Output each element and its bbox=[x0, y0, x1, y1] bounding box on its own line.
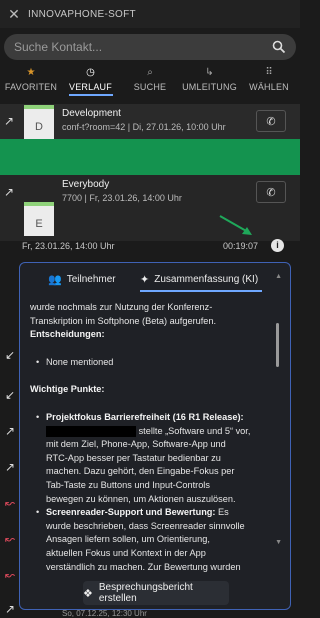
summary-panel: 👥 Teilnehmer ✦ Zusammenfassung (KI) wurd… bbox=[19, 262, 291, 610]
search-input[interactable] bbox=[14, 40, 272, 54]
tab-label: VERLAUF bbox=[69, 82, 112, 92]
contact-name: Development bbox=[62, 108, 121, 119]
outgoing-call-icon: ↗ bbox=[4, 185, 15, 199]
history-item[interactable]: ↗ D Development conf-t?room=42 | Di, 27.… bbox=[0, 104, 300, 139]
incoming-call-icon: ↙ bbox=[5, 388, 16, 402]
close-icon[interactable]: ✕ bbox=[0, 6, 28, 23]
phone-icon: ✆ bbox=[266, 186, 276, 199]
call-button[interactable]: ✆ bbox=[256, 181, 286, 203]
call-duration: 00:19:07 bbox=[222, 241, 258, 251]
tab-verlauf[interactable]: ◷ VERLAUF bbox=[62, 66, 120, 102]
missed-call-icon: ↜ bbox=[5, 532, 16, 546]
summary-line: RTC-App besser per Tastatur bedienbar zu bbox=[46, 452, 221, 463]
point-title: Projektfokus Barrierefreiheit (16 R1 Rel… bbox=[46, 411, 244, 422]
tab-label: Teilnehmer bbox=[66, 273, 116, 285]
tab-label: Zusammenfassung (KI) bbox=[154, 273, 259, 285]
outgoing-call-icon: ↗ bbox=[5, 602, 16, 616]
button-label: Besprechungsbericht erstellen bbox=[98, 582, 193, 604]
call-date: So, 07.12.25, 12:30 Uhr bbox=[62, 609, 147, 618]
highlight-bar bbox=[0, 139, 300, 175]
search-bar[interactable] bbox=[4, 34, 296, 60]
decisions-list: None mentioned bbox=[30, 356, 274, 370]
dialpad-icon: ⠿ bbox=[265, 67, 273, 78]
tab-suche[interactable]: ⌕ SUCHE bbox=[121, 66, 179, 102]
forward-icon: ↳ bbox=[205, 67, 214, 78]
summary-line: bewegen zu können, um Aktionen auszulöse… bbox=[46, 493, 236, 504]
call-button[interactable]: ✆ bbox=[256, 110, 286, 132]
summary-line: mit dem Ziel, Phone-App, Software-App un… bbox=[46, 439, 226, 450]
outgoing-call-icon: ↗ bbox=[5, 460, 16, 474]
avatar: E bbox=[24, 202, 54, 236]
summary-line: aktuellen Fokus und Kontext in der App bbox=[46, 547, 206, 558]
list-item: Projektfokus Barrierefreiheit (16 R1 Rel… bbox=[36, 411, 274, 506]
avatar-letter: E bbox=[35, 218, 43, 230]
incoming-call-icon: ↙ bbox=[5, 348, 16, 362]
pointer-arrow-icon bbox=[219, 215, 252, 235]
summary-line: Transkription im Softphone (Beta) aufger… bbox=[30, 315, 217, 326]
tab-label: FAVORITEN bbox=[4, 82, 58, 92]
tab-label: WÄHLEN bbox=[249, 82, 289, 92]
star-icon: ★ bbox=[26, 67, 36, 78]
call-detail: 7700 | Fr, 23.01.26, 14:00 Uhr bbox=[62, 193, 182, 203]
scrollbar-thumb[interactable] bbox=[276, 323, 279, 367]
call-date: Fr, 23.01.26, 14:00 Uhr bbox=[22, 241, 115, 251]
summary-line: wurde beschrieben, dass Screenreader sin… bbox=[46, 520, 245, 531]
participants-icon: 👥 bbox=[48, 273, 62, 286]
avatar: D bbox=[24, 105, 54, 139]
summary-line: Ansagen liefern sollen, um Orientierung, bbox=[46, 534, 210, 545]
outgoing-call-icon: ↗ bbox=[5, 424, 16, 438]
list-item: None mentioned bbox=[36, 356, 274, 370]
tab-participants[interactable]: 👥 Teilnehmer bbox=[48, 263, 116, 295]
scroll-up-icon[interactable]: ▲ bbox=[275, 273, 282, 280]
search-icon[interactable] bbox=[272, 40, 286, 54]
summary-line: machen. Dazu gehört, den Eingabe-Fokus p… bbox=[46, 466, 235, 477]
title-bar: ✕ INNOVAPHONE-SOFT bbox=[0, 0, 300, 28]
summary-line: wurde nochmals zur Nutzung der Konferenz… bbox=[30, 302, 213, 312]
search-icon: ⌕ bbox=[147, 67, 153, 78]
history-icon: ◷ bbox=[86, 67, 95, 78]
tab-label: UMLEITUNG bbox=[182, 82, 237, 92]
list-item: Screenreader-Support und Bewertung: Es w… bbox=[36, 506, 274, 574]
report-icon: ❖ bbox=[83, 587, 93, 600]
avatar-letter: D bbox=[35, 121, 43, 133]
sparkle-icon: ✦ bbox=[140, 273, 150, 286]
summary-line: Es bbox=[218, 507, 229, 518]
redacted-text bbox=[46, 425, 136, 437]
points-heading: Wichtige Punkte: bbox=[30, 384, 105, 395]
summary-line: verständlich zu machen. Zur Bewertung wu… bbox=[46, 561, 241, 572]
scroll-down-icon[interactable]: ▼ bbox=[275, 539, 282, 546]
tab-umleitung[interactable]: ↳ UMLEITUNG bbox=[181, 66, 239, 102]
outgoing-call-icon: ↗ bbox=[4, 114, 15, 128]
summary-content[interactable]: wurde nochmals zur Nutzung der Konferenz… bbox=[30, 301, 274, 577]
info-icon[interactable]: i bbox=[271, 239, 284, 252]
tab-label: SUCHE bbox=[133, 82, 167, 92]
tab-favoriten[interactable]: ★ FAVORITEN bbox=[2, 66, 60, 102]
main-nav: ★ FAVORITEN ◷ VERLAUF ⌕ SUCHE ↳ UMLEITUN… bbox=[0, 66, 300, 102]
summary-line: stellte „Software und 5“ vor, bbox=[138, 425, 251, 436]
create-report-button[interactable]: ❖ Besprechungsbericht erstellen bbox=[83, 581, 229, 605]
summary-line: Tab-Taste zu Buttons und Input-Controls bbox=[46, 479, 210, 490]
contact-name: Everybody bbox=[62, 179, 110, 190]
points-list: Projektfokus Barrierefreiheit (16 R1 Rel… bbox=[30, 411, 274, 574]
phone-icon: ✆ bbox=[266, 115, 276, 128]
app-title: INNOVAPHONE-SOFT bbox=[28, 8, 136, 20]
call-detail: conf-t?room=42 | Di, 27.01.26, 10:00 Uhr bbox=[62, 122, 226, 132]
panel-tabs: 👥 Teilnehmer ✦ Zusammenfassung (KI) bbox=[20, 263, 290, 295]
missed-call-icon: ↜ bbox=[5, 496, 16, 510]
call-meta: Fr, 23.01.26, 14:00 Uhr 00:19:07 i bbox=[22, 239, 288, 252]
tab-waehlen[interactable]: ⠿ WÄHLEN bbox=[240, 66, 298, 102]
tab-summary[interactable]: ✦ Zusammenfassung (KI) bbox=[140, 263, 263, 295]
missed-call-icon: ↜ bbox=[5, 568, 16, 582]
decisions-heading: Entscheidungen: bbox=[30, 329, 105, 340]
point-title: Screenreader-Support und Bewertung: bbox=[46, 507, 216, 518]
